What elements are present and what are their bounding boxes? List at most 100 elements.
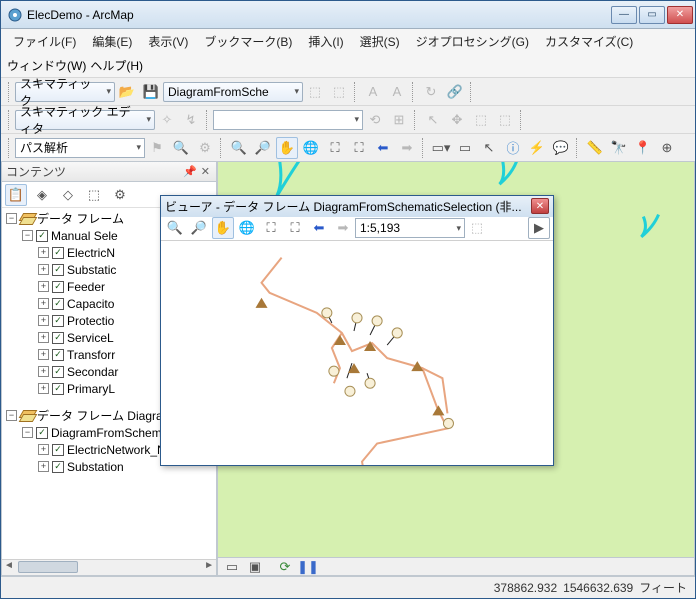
viewer-back-icon[interactable]: ⬅ bbox=[308, 217, 330, 239]
diagram-dropdown[interactable]: DiagramFromSche bbox=[163, 82, 303, 102]
layer-checkbox[interactable] bbox=[36, 230, 48, 242]
layer-label[interactable]: Manual Sele bbox=[51, 229, 118, 243]
refresh-map-icon[interactable]: ⟳ bbox=[276, 560, 294, 574]
data-view-icon[interactable]: ▭ bbox=[223, 560, 241, 574]
viewer-titlebar[interactable]: ビューア - データ フレーム DiagramFromSchematicSele… bbox=[161, 196, 553, 217]
expand-icon[interactable]: + bbox=[38, 247, 49, 258]
menu-file[interactable]: ファイル(F) bbox=[7, 31, 82, 52]
viewer-fixed-zoom-in-icon[interactable]: ⛶ bbox=[260, 217, 282, 239]
find-route-icon[interactable]: 📍 bbox=[632, 137, 654, 159]
goto-xy-icon[interactable]: ⊕ bbox=[656, 137, 678, 159]
schematic-editor-dropdown[interactable]: スキマティック エディタ bbox=[15, 110, 155, 130]
toc-options-icon[interactable]: ⚙ bbox=[109, 184, 131, 206]
expand-icon[interactable]: + bbox=[38, 366, 49, 377]
hyperlink-icon[interactable]: ⚡ bbox=[526, 137, 548, 159]
zoom-in-icon[interactable]: 🔍 bbox=[228, 137, 250, 159]
select-features-icon[interactable]: ▭▾ bbox=[430, 137, 452, 159]
toolbar1-btn-b[interactable]: ⬚ bbox=[328, 81, 350, 103]
list-by-selection-icon[interactable]: ⬚ bbox=[83, 184, 105, 206]
viewer-canvas[interactable] bbox=[161, 241, 553, 465]
viewer-btn-x[interactable]: ⬚ bbox=[466, 217, 488, 239]
menu-insert[interactable]: 挿入(I) bbox=[302, 31, 349, 52]
layer-checkbox[interactable] bbox=[52, 461, 64, 473]
back-extent-icon[interactable]: ⬅ bbox=[372, 137, 394, 159]
collapse-icon[interactable]: − bbox=[22, 230, 33, 241]
toolbar1-btn-a[interactable]: ⬚ bbox=[304, 81, 326, 103]
menu-window[interactable]: ウィンドウ(W) bbox=[7, 57, 86, 74]
html-popup-icon[interactable]: 💬 bbox=[550, 137, 572, 159]
collapse-icon[interactable]: − bbox=[6, 410, 17, 421]
layer-label[interactable]: PrimaryL bbox=[67, 382, 115, 396]
list-by-drawing-icon[interactable]: 📋 bbox=[5, 184, 27, 206]
expand-icon[interactable]: + bbox=[38, 298, 49, 309]
viewer-pan-icon[interactable]: ✋ bbox=[212, 217, 234, 239]
toc-hscrollbar[interactable] bbox=[2, 559, 216, 575]
layer-checkbox[interactable] bbox=[52, 366, 64, 378]
layer-label[interactable]: Transforr bbox=[67, 348, 115, 362]
layer-label[interactable]: Feeder bbox=[67, 280, 105, 294]
trace-btn-1[interactable]: ⚑ bbox=[146, 137, 168, 159]
layer-label[interactable]: Capacito bbox=[67, 297, 114, 311]
layer-label[interactable]: Substatic bbox=[67, 263, 116, 277]
layer-label[interactable]: Protectio bbox=[67, 314, 114, 328]
minimize-button[interactable]: — bbox=[611, 6, 637, 24]
expand-icon[interactable]: + bbox=[38, 281, 49, 292]
layer-checkbox[interactable] bbox=[52, 298, 64, 310]
dataframe-label[interactable]: データ フレーム Diagra bbox=[37, 407, 163, 424]
toc-close-icon[interactable]: ✕ bbox=[201, 165, 210, 178]
full-extent-globe-icon[interactable]: 🌐 bbox=[300, 137, 322, 159]
editor-combo[interactable] bbox=[213, 110, 363, 130]
expand-icon[interactable]: + bbox=[38, 264, 49, 275]
menu-edit[interactable]: 編集(E) bbox=[86, 31, 138, 52]
layer-label[interactable]: Secondar bbox=[67, 365, 118, 379]
viewer-full-extent-icon[interactable]: 🌐 bbox=[236, 217, 258, 239]
layer-label[interactable]: ElectricNetwork_N bbox=[67, 443, 166, 457]
trace-btn-2[interactable]: 🔍 bbox=[170, 137, 192, 159]
trace-btn-3[interactable]: ⚙ bbox=[194, 137, 216, 159]
layer-label[interactable]: DiagramFromSchem bbox=[51, 426, 162, 440]
viewer-next-icon[interactable]: ▶ bbox=[528, 217, 550, 239]
list-by-source-icon[interactable]: ◈ bbox=[31, 184, 53, 206]
pin-icon[interactable]: 📌 bbox=[183, 165, 197, 178]
layer-label[interactable]: ServiceL bbox=[67, 331, 114, 345]
layer-checkbox[interactable] bbox=[52, 444, 64, 456]
layer-label[interactable]: ElectricN bbox=[67, 246, 115, 260]
menu-help[interactable]: ヘルプ(H) bbox=[90, 57, 143, 74]
layer-label[interactable]: Substation bbox=[67, 460, 124, 474]
select-pointer-icon[interactable]: ↖ bbox=[478, 137, 500, 159]
clear-selection-icon[interactable]: ▭ bbox=[454, 137, 476, 159]
pause-draw-icon[interactable]: ❚❚ bbox=[299, 560, 317, 574]
viewer-zoom-in-icon[interactable]: 🔍 bbox=[164, 217, 186, 239]
zoom-out-icon[interactable]: 🔎 bbox=[252, 137, 274, 159]
layer-checkbox[interactable] bbox=[52, 349, 64, 361]
layer-checkbox[interactable] bbox=[52, 383, 64, 395]
trace-dropdown[interactable]: パス解析 bbox=[15, 138, 145, 158]
find-binoculars-icon[interactable]: 🔭 bbox=[608, 137, 630, 159]
dataframe-label[interactable]: データ フレーム bbox=[37, 210, 124, 227]
layer-checkbox[interactable] bbox=[52, 332, 64, 344]
measure-icon[interactable]: 📏 bbox=[584, 137, 606, 159]
identify-icon[interactable]: ⓘ bbox=[502, 137, 524, 159]
menu-bookmark[interactable]: ブックマーク(B) bbox=[198, 31, 298, 52]
schematic-dropdown[interactable]: スキマティック bbox=[15, 82, 115, 102]
expand-icon[interactable]: + bbox=[38, 461, 49, 472]
expand-icon[interactable]: + bbox=[38, 444, 49, 455]
menu-customize[interactable]: カスタマイズ(C) bbox=[539, 31, 639, 52]
viewer-close-button[interactable]: ✕ bbox=[531, 198, 549, 214]
list-by-visibility-icon[interactable]: ◇ bbox=[57, 184, 79, 206]
viewer-forward-icon[interactable]: ➡ bbox=[332, 217, 354, 239]
viewer-fixed-zoom-out-icon[interactable]: ⛶ bbox=[284, 217, 306, 239]
collapse-icon[interactable]: − bbox=[6, 213, 17, 224]
expand-icon[interactable]: + bbox=[38, 349, 49, 360]
fwd-extent-icon[interactable]: ➡ bbox=[396, 137, 418, 159]
close-button[interactable]: ✕ bbox=[667, 6, 693, 24]
refresh-icon[interactable]: ↻ bbox=[420, 81, 442, 103]
layer-checkbox[interactable] bbox=[52, 247, 64, 259]
layer-checkbox[interactable] bbox=[52, 315, 64, 327]
menu-view[interactable]: 表示(V) bbox=[142, 31, 194, 52]
menu-geoprocessing[interactable]: ジオプロセシング(G) bbox=[410, 31, 535, 52]
expand-icon[interactable]: + bbox=[38, 332, 49, 343]
link-icon[interactable]: 🔗 bbox=[444, 81, 466, 103]
fixed-zoom-out-icon[interactable]: ⛶ bbox=[348, 137, 370, 159]
layer-checkbox[interactable] bbox=[52, 264, 64, 276]
